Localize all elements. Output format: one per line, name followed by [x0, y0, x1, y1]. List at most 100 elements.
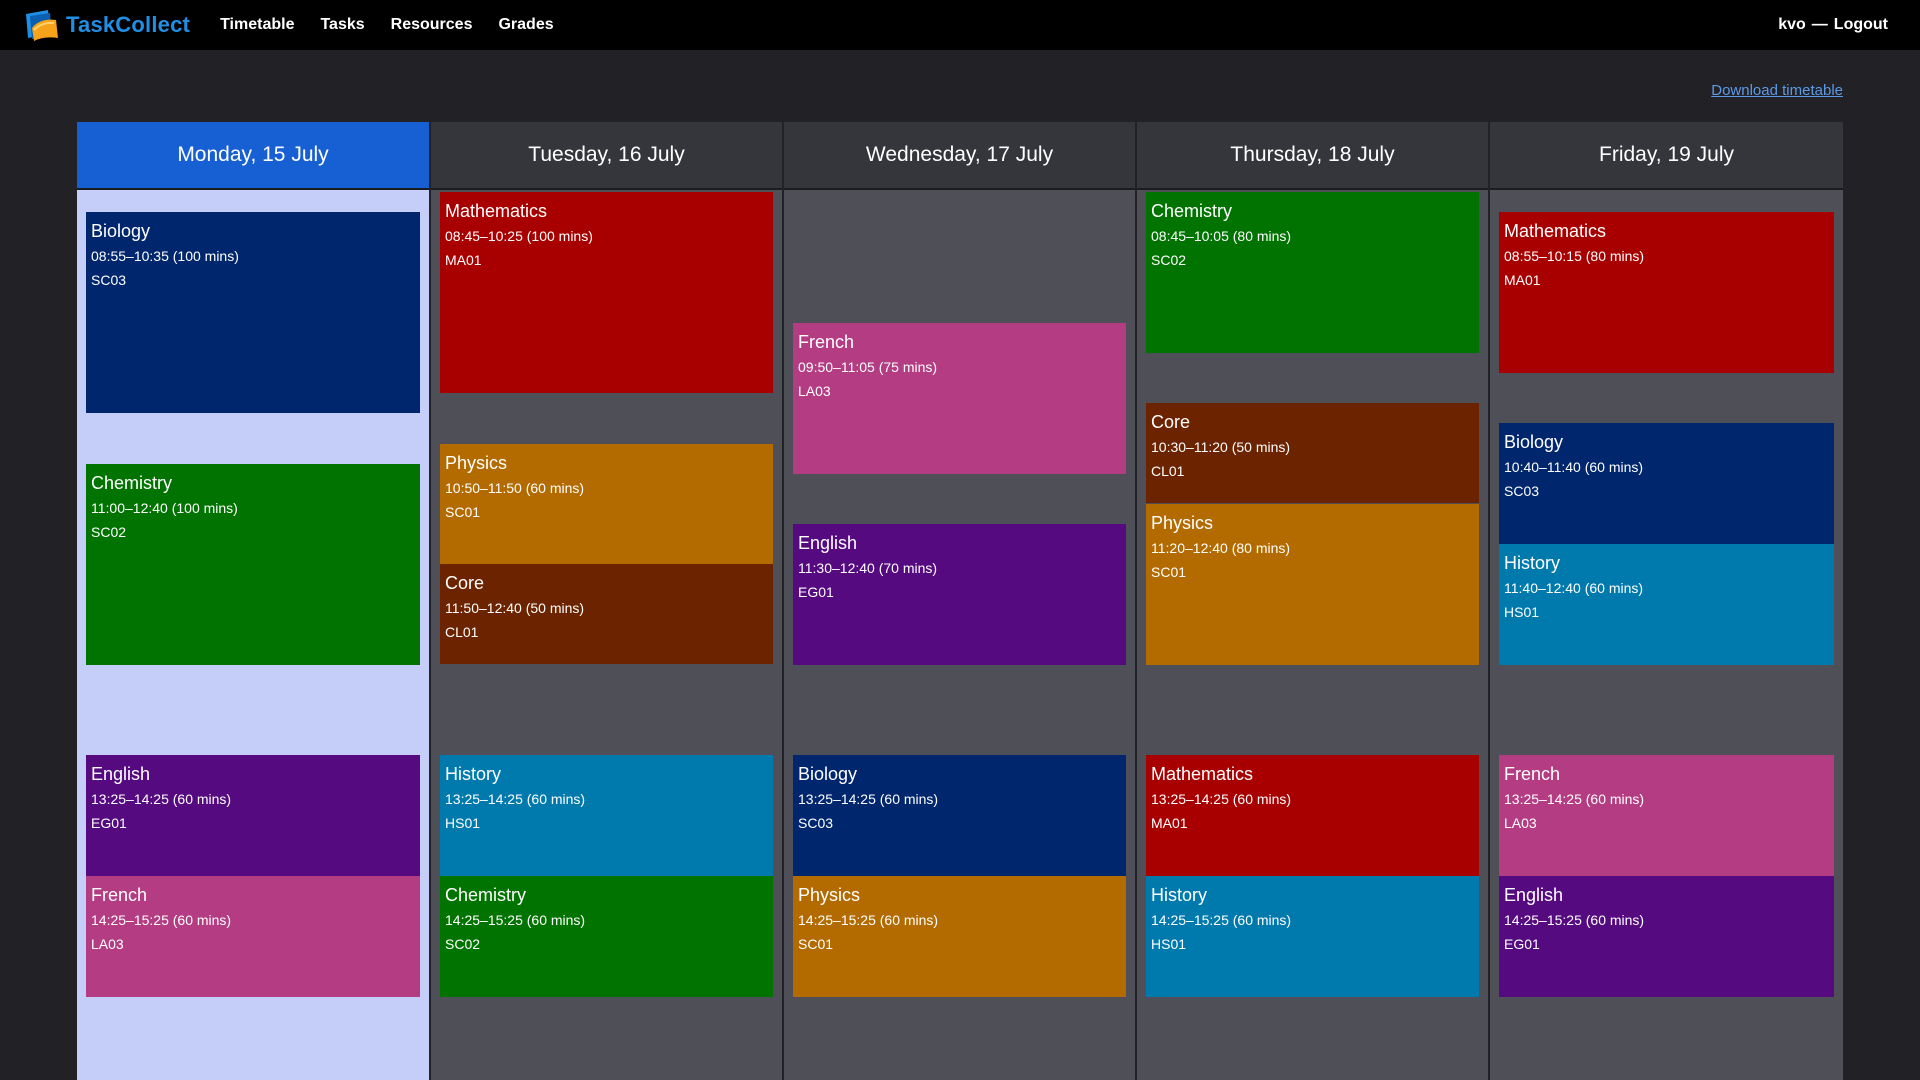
- lesson-physics[interactable]: Physics 11:20–12:40 (80 mins) SC01: [1146, 504, 1479, 665]
- brand-name: TaskCollect: [66, 12, 191, 37]
- lesson-time: 10:30–11:20 (50 mins): [1151, 439, 1291, 455]
- day-column-tuesday: Tuesday, 16 July Mathematics 08:45–10:25 (…: [431, 122, 782, 1080]
- day-column-thursday: Thursday, 18 July Chemistry 08:45–10:05 (8…: [1137, 122, 1488, 1080]
- lesson-english[interactable]: English 13:25–14:25 (60 mins) EG01: [86, 755, 420, 876]
- day-header: Tuesday, 16 July: [431, 122, 782, 190]
- lesson-subject: French: [91, 885, 148, 905]
- lesson-chemistry[interactable]: Chemistry 11:00–12:40 (100 mins) SC02: [86, 464, 420, 665]
- lesson-history[interactable]: History 14:25–15:25 (60 mins) HS01: [1146, 876, 1479, 997]
- lesson-physics[interactable]: Physics 10:50–11:50 (60 mins) SC01: [440, 444, 773, 565]
- lesson-time: 14:25–15:25 (60 mins): [91, 912, 232, 928]
- lesson-french[interactable]: French 09:50–11:05 (75 mins) LA03: [793, 323, 1126, 474]
- lesson-room: SC02: [445, 936, 481, 952]
- lesson-time: 13:25–14:25 (60 mins): [798, 791, 939, 807]
- lesson-subject: Core: [1151, 412, 1191, 432]
- lesson-history[interactable]: History 13:25–14:25 (60 mins) HS01: [440, 755, 773, 876]
- nav-resources[interactable]: Resources: [391, 16, 473, 34]
- lesson-subject: History: [445, 764, 502, 784]
- lesson-subject: History: [1504, 553, 1561, 573]
- user-area: kvo — Logout: [1778, 0, 1888, 50]
- lesson-room: SC02: [91, 524, 127, 540]
- column-divider: [1488, 122, 1490, 1080]
- lesson-room: EG01: [798, 584, 834, 600]
- lesson-history[interactable]: History 11:40–12:40 (60 mins) HS01: [1499, 544, 1834, 665]
- logout-link[interactable]: Logout: [1834, 16, 1888, 34]
- lesson-mathematics[interactable]: Mathematics 08:55–10:15 (80 mins) MA01: [1499, 212, 1834, 373]
- main-nav: Timetable Tasks Resources Grades: [220, 16, 580, 34]
- day-header: Friday, 19 July: [1490, 122, 1843, 190]
- lesson-room: SC01: [1151, 564, 1187, 580]
- nav-grades[interactable]: Grades: [498, 16, 553, 34]
- lesson-room: EG01: [1504, 936, 1540, 952]
- nav-timetable[interactable]: Timetable: [220, 16, 294, 34]
- lesson-room: SC01: [445, 504, 481, 520]
- lesson-room: HS01: [445, 815, 481, 831]
- lesson-room: SC01: [798, 936, 834, 952]
- lesson-time: 14:25–15:25 (60 mins): [798, 912, 939, 928]
- lesson-time: 11:50–12:40 (50 mins): [445, 600, 585, 616]
- top-navbar: TaskCollect Timetable Tasks Resources Gr…: [0, 0, 1920, 50]
- lesson-core[interactable]: Core 11:50–12:40 (50 mins) CL01: [440, 564, 773, 664]
- lesson-room: MA01: [445, 252, 482, 268]
- column-divider: [1135, 122, 1137, 1080]
- lesson-time: 13:25–14:25 (60 mins): [445, 791, 586, 807]
- lesson-subject: Physics: [445, 453, 508, 473]
- lesson-time: 14:25–15:25 (60 mins): [1504, 912, 1645, 928]
- lesson-room: LA03: [91, 936, 124, 952]
- column-divider: [429, 122, 431, 1080]
- lesson-room: SC02: [1151, 252, 1187, 268]
- lesson-chemistry[interactable]: Chemistry 08:45–10:05 (80 mins) SC02: [1146, 192, 1479, 353]
- lesson-room: SC03: [91, 272, 127, 288]
- lesson-subject: English: [1504, 885, 1564, 905]
- lesson-chemistry[interactable]: Chemistry 14:25–15:25 (60 mins) SC02: [440, 876, 773, 997]
- lesson-subject: French: [798, 332, 855, 352]
- lesson-room: EG01: [91, 815, 127, 831]
- lesson-french[interactable]: French 13:25–14:25 (60 mins) LA03: [1499, 755, 1834, 876]
- day-column-friday: Friday, 19 July Mathematics 08:55–10:15 (8…: [1490, 122, 1843, 1080]
- lesson-room: MA01: [1504, 272, 1541, 288]
- lesson-room: LA03: [798, 383, 831, 399]
- lesson-time: 11:30–12:40 (70 mins): [798, 560, 938, 576]
- lesson-room: SC03: [798, 815, 834, 831]
- lesson-time: 08:55–10:15 (80 mins): [1504, 248, 1645, 264]
- lesson-time: 11:40–12:40 (60 mins): [1504, 580, 1644, 596]
- lesson-mathematics[interactable]: Mathematics 08:45–10:25 (100 mins) MA01: [440, 192, 773, 393]
- lesson-time: 08:45–10:05 (80 mins): [1151, 228, 1292, 244]
- lesson-room: LA03: [1504, 815, 1537, 831]
- lesson-subject: Mathematics: [1504, 221, 1607, 241]
- lesson-subject: Core: [445, 573, 485, 593]
- lesson-subject: French: [1504, 764, 1561, 784]
- lesson-subject: English: [91, 764, 151, 784]
- nav-tasks[interactable]: Tasks: [320, 16, 364, 34]
- lesson-room: MA01: [1151, 815, 1188, 831]
- lesson-subject: Mathematics: [1151, 764, 1254, 784]
- lesson-room: HS01: [1151, 936, 1187, 952]
- lesson-french[interactable]: French 14:25–15:25 (60 mins) LA03: [86, 876, 420, 997]
- lesson-biology[interactable]: Biology 13:25–14:25 (60 mins) SC03: [793, 755, 1126, 876]
- user-separator: —: [1811, 16, 1828, 33]
- lesson-subject: Biology: [1504, 432, 1564, 452]
- timetable-grid: Monday, 15 July Biology 08:55–10:35 (100 m…: [77, 122, 1843, 1080]
- brand-link[interactable]: TaskCollect: [22, 8, 190, 42]
- lesson-biology[interactable]: Biology 08:55–10:35 (100 mins) SC03: [86, 212, 420, 413]
- lesson-subject: Physics: [798, 885, 861, 905]
- lesson-time: 11:00–12:40 (100 mins): [91, 500, 238, 516]
- lesson-room: CL01: [1151, 463, 1185, 479]
- day-column-wednesday: Wednesday, 17 July French 09:50–11:05 (75 …: [784, 122, 1135, 1080]
- lesson-english[interactable]: English 11:30–12:40 (70 mins) EG01: [793, 524, 1126, 665]
- lesson-subject: Chemistry: [91, 473, 173, 493]
- lesson-subject: Physics: [1151, 513, 1214, 533]
- lesson-core[interactable]: Core 10:30–11:20 (50 mins) CL01: [1146, 403, 1479, 503]
- lesson-time: 13:25–14:25 (60 mins): [1504, 791, 1645, 807]
- lesson-subject: Chemistry: [445, 885, 527, 905]
- lesson-time: 10:40–11:40 (60 mins): [1504, 459, 1644, 475]
- logo-icon: [22, 8, 60, 42]
- username: kvo: [1778, 16, 1806, 33]
- download-timetable-link[interactable]: Download timetable: [1711, 82, 1843, 99]
- lesson-english[interactable]: English 14:25–15:25 (60 mins) EG01: [1499, 876, 1834, 997]
- lesson-time: 08:55–10:35 (100 mins): [91, 248, 239, 264]
- lesson-mathematics[interactable]: Mathematics 13:25–14:25 (60 mins) MA01: [1146, 755, 1479, 876]
- lesson-time: 14:25–15:25 (60 mins): [445, 912, 586, 928]
- lesson-biology[interactable]: Biology 10:40–11:40 (60 mins) SC03: [1499, 423, 1834, 544]
- lesson-physics[interactable]: Physics 14:25–15:25 (60 mins) SC01: [793, 876, 1126, 997]
